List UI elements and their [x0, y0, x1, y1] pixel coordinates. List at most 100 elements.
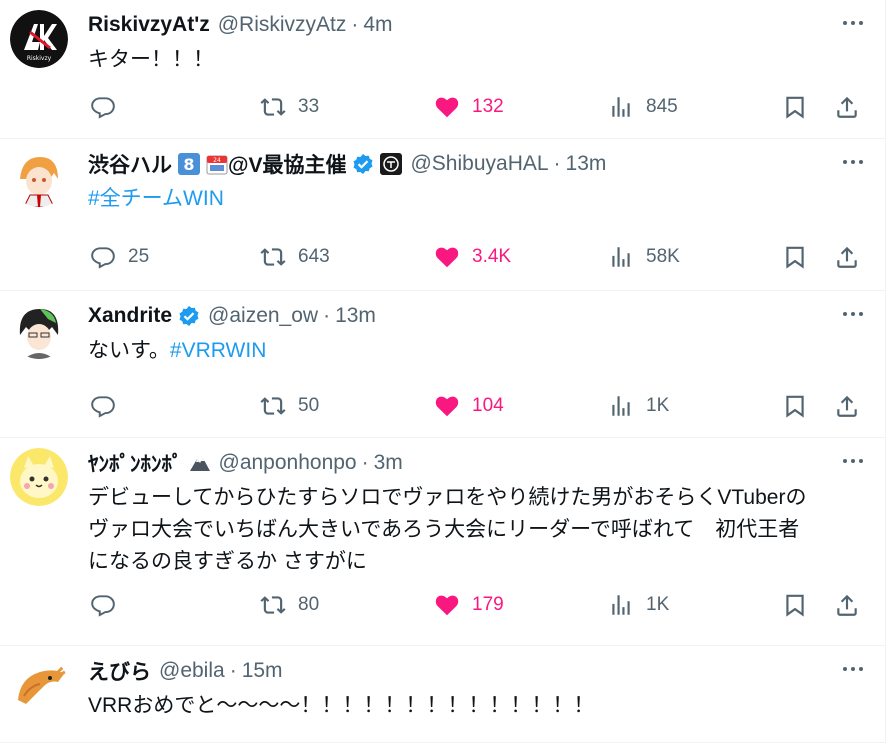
- bookmark-button[interactable]: [782, 242, 808, 272]
- reply-icon: [91, 595, 115, 617]
- retweet-icon: [260, 248, 286, 266]
- views-icon: [612, 97, 630, 117]
- share-button[interactable]: [834, 590, 860, 620]
- more-icon[interactable]: [839, 12, 867, 34]
- retweet-count: 33: [298, 96, 320, 117]
- tweet[interactable]: Xandrite @aizen_ow · 13m ないす。#VRRWIN 50: [0, 291, 885, 438]
- avatar[interactable]: [10, 656, 68, 714]
- like-icon: [435, 247, 459, 268]
- reply-icon: [91, 396, 115, 418]
- tweet-text: デビューしてからひたすらソロでヴァロをやり続けた男がおそらくVTuberの ヴァ…: [88, 486, 807, 573]
- more-icon[interactable]: [839, 450, 867, 472]
- tweet-text: ないす。#VRRWIN: [88, 335, 858, 367]
- display-name[interactable]: 渋谷ハル: [88, 149, 172, 179]
- more-icon[interactable]: [839, 303, 867, 325]
- user-handle[interactable]: @RiskivzyAtz: [218, 13, 347, 37]
- tweet-header: Xandrite @aizen_ow · 13m: [88, 303, 376, 329]
- bookmark-button[interactable]: [782, 92, 808, 122]
- bookmark-icon: [786, 594, 804, 617]
- retweet-count: 643: [298, 246, 330, 267]
- like-button[interactable]: 3.4K: [434, 242, 511, 272]
- user-handle[interactable]: @ebila: [159, 659, 225, 683]
- svg-text:8: 8: [183, 155, 194, 174]
- mountain-icon: [189, 452, 211, 474]
- reply-button[interactable]: [90, 391, 128, 421]
- tweet[interactable]: えびら @ebila · 15m VRRおめでと〜〜〜〜！！！！！！！！！！！！…: [0, 646, 885, 743]
- more-icon[interactable]: [839, 151, 867, 173]
- like-count: 104: [472, 395, 504, 416]
- user-handle[interactable]: @ShibuyaHAL: [410, 152, 548, 176]
- bookmark-icon: [786, 395, 804, 418]
- reply-button[interactable]: [90, 590, 128, 620]
- share-icon: [837, 594, 857, 616]
- timestamp[interactable]: 3m: [374, 451, 403, 475]
- avatar[interactable]: [10, 149, 68, 207]
- views-icon: [612, 396, 630, 416]
- display-name-suffix[interactable]: @V最協主催: [228, 149, 346, 179]
- reply-button[interactable]: [90, 92, 128, 122]
- svg-text:24: 24: [213, 157, 221, 164]
- tweet-text-plain: ないす。: [88, 339, 170, 362]
- team-logo-icon: [380, 153, 403, 175]
- tweet-header: 渋谷ハル 8 24 @V最協主催 @ShibuyaHAL · 13m: [88, 151, 606, 177]
- display-name[interactable]: RiskivzyAt'z: [88, 13, 210, 37]
- views-button[interactable]: 1K: [608, 590, 669, 620]
- like-count: 179: [472, 594, 504, 615]
- retweet-count: 80: [298, 594, 320, 615]
- timestamp[interactable]: 15m: [242, 659, 283, 683]
- display-name[interactable]: ﾔﾝﾎﾟﾝﾎﾝﾎﾟ: [88, 448, 183, 478]
- views-icon: [612, 595, 630, 615]
- like-count: 132: [472, 96, 504, 117]
- views-count: 845: [646, 96, 678, 117]
- views-button[interactable]: 58K: [608, 242, 680, 272]
- tweet-actions: 80 179 1K: [88, 590, 858, 620]
- user-handle[interactable]: @aizen_ow: [208, 304, 318, 328]
- tweet[interactable]: 渋谷ハル 8 24 @V最協主催 @ShibuyaHAL · 13m #全チーム…: [0, 139, 885, 291]
- retweet-button[interactable]: 80: [260, 590, 319, 620]
- tweet-header: えびら @ebila · 15m: [88, 658, 283, 684]
- like-count: 3.4K: [472, 246, 512, 267]
- retweet-button[interactable]: 50: [260, 391, 319, 421]
- tweet[interactable]: Riskivzy RiskivzyAt'z @RiskivzyAtz · 4m …: [0, 0, 885, 139]
- display-name[interactable]: Xandrite: [88, 304, 172, 328]
- views-icon: [612, 247, 630, 267]
- avatar[interactable]: Riskivzy: [10, 10, 68, 68]
- like-button[interactable]: 132: [434, 92, 504, 122]
- bookmark-icon: [786, 96, 804, 119]
- separator-dot: ·: [323, 304, 331, 327]
- user-handle[interactable]: @anponhonpo: [219, 451, 357, 475]
- tweet-text: VRRおめでと〜〜〜〜！！！！！！！！！！！！！！: [88, 694, 595, 717]
- tweet[interactable]: ﾔﾝﾎﾟﾝﾎﾝﾎﾟ @anponhonpo · 3m デビューしてからひたすらソ…: [0, 438, 885, 646]
- reply-icon: [91, 97, 115, 119]
- hashtag-link[interactable]: #全チームWIN: [88, 183, 858, 215]
- display-name[interactable]: えびら: [88, 656, 151, 686]
- like-button[interactable]: 104: [434, 391, 504, 421]
- share-button[interactable]: [834, 391, 860, 421]
- share-icon: [837, 395, 857, 417]
- tweet-header: RiskivzyAt'z @RiskivzyAtz · 4m: [88, 12, 393, 38]
- retweet-icon: [260, 98, 286, 116]
- reply-count: 25: [128, 246, 150, 267]
- tweet-actions: 33 132 845: [88, 92, 858, 122]
- separator-dot: ·: [553, 152, 561, 175]
- timeline: Riskivzy RiskivzyAt'z @RiskivzyAtz · 4m …: [0, 0, 886, 743]
- more-icon[interactable]: [839, 658, 867, 680]
- reply-button[interactable]: 25: [90, 242, 149, 272]
- timestamp[interactable]: 4m: [363, 13, 392, 37]
- views-button[interactable]: 845: [608, 92, 678, 122]
- retweet-button[interactable]: 643: [260, 242, 330, 272]
- bookmark-button[interactable]: [782, 590, 808, 620]
- timestamp[interactable]: 13m: [566, 152, 607, 176]
- like-button[interactable]: 179: [434, 590, 504, 620]
- timestamp[interactable]: 13m: [335, 304, 376, 328]
- retweet-button[interactable]: 33: [260, 92, 319, 122]
- retweet-count: 50: [298, 395, 320, 416]
- share-icon: [837, 96, 857, 118]
- share-button[interactable]: [834, 242, 860, 272]
- avatar[interactable]: [10, 448, 68, 506]
- share-button[interactable]: [834, 92, 860, 122]
- hashtag-link[interactable]: #VRRWIN: [170, 339, 266, 362]
- views-button[interactable]: 1K: [608, 391, 669, 421]
- avatar[interactable]: [10, 301, 68, 359]
- bookmark-button[interactable]: [782, 391, 808, 421]
